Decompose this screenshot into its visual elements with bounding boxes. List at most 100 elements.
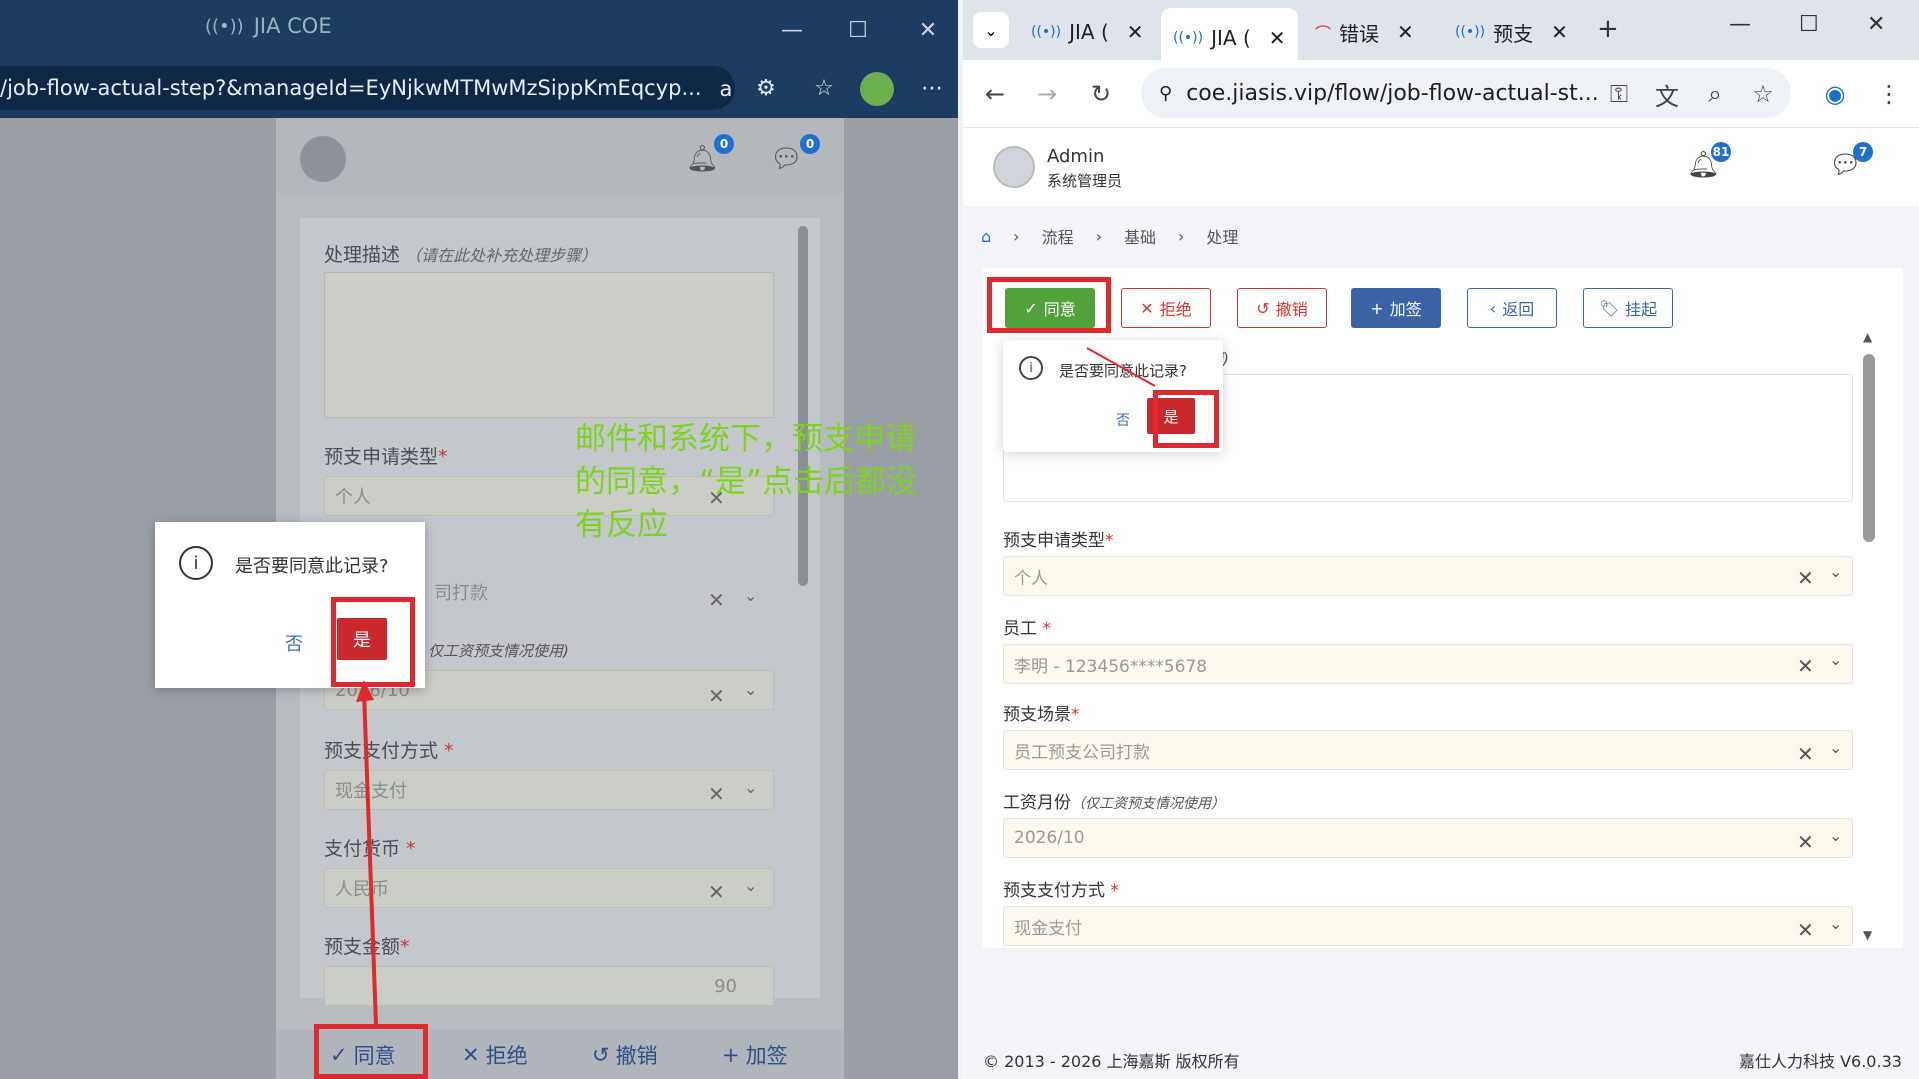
site-info-icon[interactable]: ⚲: [1159, 83, 1172, 104]
chevron-down-icon[interactable]: ⌄: [744, 680, 757, 699]
currency-select[interactable]: 人民币: [324, 868, 774, 908]
back-icon[interactable]: ←: [975, 74, 1015, 114]
chevron-down-icon[interactable]: ⌄: [1829, 650, 1842, 669]
chevron-down-icon[interactable]: ⌄: [744, 876, 757, 895]
add-sign-button[interactable]: + 加签: [722, 1040, 788, 1070]
clear-icon[interactable]: ✕: [708, 684, 725, 708]
chevron-down-icon[interactable]: ⌄: [744, 586, 757, 605]
type-select[interactable]: 个人: [1003, 556, 1853, 596]
tab-4[interactable]: ((•)) 预支 ✕: [1443, 12, 1580, 52]
reload-icon[interactable]: ↻: [1081, 74, 1121, 114]
maximize-button[interactable]: ☐: [840, 12, 876, 48]
home-icon[interactable]: ⌂: [981, 227, 991, 246]
footer: © 2013 - 2026 上海嘉斯 版权所有 嘉仕人力科技 V6.0.33: [963, 1040, 1919, 1079]
left-app-header: 🔔︎ 0 💬︎ 0: [276, 118, 844, 194]
annotation-arrow: [1086, 347, 1156, 387]
tab-2[interactable]: ((•)) JIA (✕: [1161, 8, 1298, 60]
popconfirm-no-button[interactable]: 否: [1116, 410, 1130, 430]
read-aloud-icon[interactable]: aあ: [720, 73, 736, 103]
user-name: Admin: [1047, 146, 1105, 167]
dialog-message: 是否要同意此记录?: [235, 556, 389, 577]
annotation-arrow: [356, 680, 378, 1026]
profile-avatar[interactable]: [860, 72, 894, 106]
month-field[interactable]: 2026/10: [1003, 818, 1853, 858]
profile-icon[interactable]: ◉: [1815, 74, 1855, 114]
chevron-down-icon[interactable]: ⌄: [1829, 738, 1842, 757]
desc-textarea[interactable]: [324, 272, 774, 418]
clear-icon[interactable]: ✕: [708, 782, 725, 806]
reject-button[interactable]: ✕ 拒绝: [462, 1040, 528, 1070]
add-sign-button[interactable]: + 加签: [1351, 288, 1441, 328]
favorites-icon[interactable]: ☆: [806, 70, 842, 106]
back-button[interactable]: ‹ 返回: [1467, 288, 1557, 328]
scene-select[interactable]: 员工预支公司打款: [1003, 730, 1853, 770]
left-window-title: ((•)) JIA COE: [205, 14, 332, 38]
pay-method-select[interactable]: 现金支付: [1003, 906, 1853, 946]
clear-icon[interactable]: ✕: [1797, 742, 1814, 766]
dialog-no-button[interactable]: 否: [285, 630, 303, 656]
message-count-badge: 7: [1853, 142, 1873, 162]
desc-label-row: 处理描述 （请在此处补充处理步骤）: [324, 244, 598, 266]
user-role: 系统管理员: [1047, 172, 1123, 190]
forward-icon[interactable]: →: [1027, 74, 1067, 114]
clear-icon[interactable]: ✕: [1797, 918, 1814, 942]
app-header: Admin 系统管理员 🔔︎ 81 💬︎ 7: [963, 128, 1919, 206]
left-url-field[interactable]: /job-flow-actual-step?&manageId=EyNjkwMT…: [0, 66, 735, 110]
breadcrumb: ⌂ › 流程 › 基础 › 处理: [981, 226, 1239, 248]
close-button[interactable]: ✕: [1867, 12, 1885, 37]
left-title-bar: ((•)) JIA COE — ☐ ✕: [0, 0, 962, 62]
tab-1[interactable]: ((•)) JIA (✕: [1019, 12, 1156, 52]
chevron-down-icon[interactable]: ⌄: [1829, 914, 1842, 933]
more-menu-icon[interactable]: ⋮: [1869, 74, 1909, 114]
scroll-down-arrow[interactable]: ▼: [1863, 928, 1872, 942]
undo-button[interactable]: ↺ 撤销: [1237, 288, 1327, 328]
clear-icon[interactable]: ✕: [708, 880, 725, 904]
scrollbar[interactable]: [1863, 354, 1875, 542]
scroll-up-arrow[interactable]: ▲: [1863, 330, 1872, 344]
info-icon: i: [179, 546, 213, 580]
chevron-down-icon[interactable]: ⌄: [744, 778, 757, 797]
bookmark-star-icon[interactable]: ☆: [1743, 74, 1783, 114]
hang-button[interactable]: 🏷︎ 挂起: [1583, 288, 1673, 328]
tab-search-button[interactable]: ⌄: [973, 12, 1009, 48]
bell-count-badge: 81: [1711, 142, 1731, 162]
tab-strip: ⌄ ((•)) JIA (✕ ((•)) JIA (✕ ⌒ 错误 ✕ ((•)) 预支 ✕ …: [963, 0, 1919, 60]
bell-icon[interactable]: 🔔︎: [686, 144, 719, 174]
minimize-button[interactable]: —: [774, 12, 810, 48]
avatar[interactable]: [993, 146, 1035, 188]
password-key-icon[interactable]: ⚿: [1599, 74, 1639, 114]
pay-method-select[interactable]: 现金支付: [324, 770, 774, 810]
extensions-icon[interactable]: ⚙: [748, 70, 784, 106]
right-browser-window: ⌄ ((•)) JIA (✕ ((•)) JIA (✕ ⌒ 错误 ✕ ((•)) 预支 ✕ …: [963, 0, 1919, 1079]
bell-count-badge: 0: [714, 134, 734, 154]
left-browser-window: ((•)) JIA COE — ☐ ✕ /job-flow-actual-ste…: [0, 0, 962, 1079]
employee-select[interactable]: 李明 - 123456****5678: [1003, 644, 1853, 684]
translate-icon[interactable]: 文: [1647, 74, 1687, 114]
message-count-badge: 0: [800, 134, 820, 154]
amount-input[interactable]: 90: [324, 966, 774, 1006]
zoom-icon[interactable]: ⌕: [1695, 74, 1735, 114]
tab-3[interactable]: ⌒ 错误 ✕: [1303, 12, 1426, 52]
clear-icon[interactable]: ✕: [708, 588, 725, 612]
message-icon[interactable]: 💬︎: [770, 144, 803, 174]
maximize-button[interactable]: ☐: [1799, 12, 1819, 37]
url-bar[interactable]: ⚲ coe.jiasis.vip/flow/job-flow-actual-st…: [1141, 68, 1791, 118]
avatar[interactable]: [300, 136, 346, 182]
highlight-box: [331, 597, 415, 687]
chevron-down-icon[interactable]: ⌄: [1829, 562, 1842, 581]
annotation-text: 邮件和系统下，预支申请的同意，“是”点击后都没有反应: [575, 421, 918, 543]
left-address-bar: /job-flow-actual-step?&manageId=EyNjkwMT…: [0, 62, 962, 118]
minimize-button[interactable]: —: [1729, 12, 1751, 37]
browser-toolbar: ← → ↻ ⚲ coe.jiasis.vip/flow/job-flow-act…: [963, 60, 1919, 128]
new-tab-button[interactable]: +: [1597, 14, 1619, 44]
highlight-box: [314, 1024, 428, 1079]
chevron-down-icon[interactable]: ⌄: [1829, 826, 1842, 845]
info-icon: i: [1019, 356, 1043, 380]
clear-icon[interactable]: ✕: [1797, 830, 1814, 854]
close-button[interactable]: ✕: [910, 12, 946, 48]
clear-icon[interactable]: ✕: [1797, 566, 1814, 590]
undo-button[interactable]: ↺ 撤销: [592, 1040, 658, 1070]
more-menu-icon[interactable]: ⋯: [914, 70, 950, 106]
broadcast-icon: ((•)): [205, 15, 244, 37]
clear-icon[interactable]: ✕: [1797, 654, 1814, 678]
